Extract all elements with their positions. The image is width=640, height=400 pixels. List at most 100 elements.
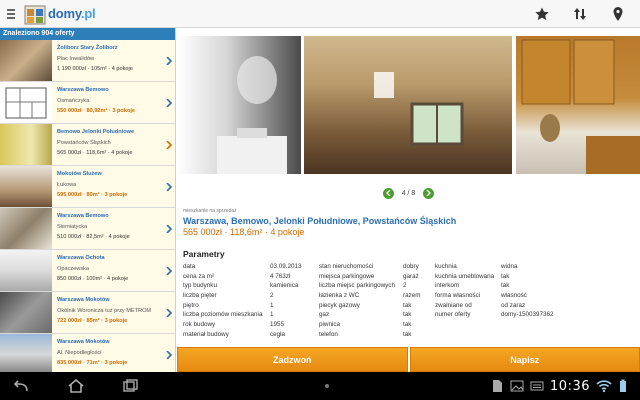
list-item[interactable]: Warszawa Bemowo Siemiatycka 510 000zł · … xyxy=(0,208,175,250)
item-price: 1 190 000zł · 105m² · 4 pokoje xyxy=(57,66,133,72)
app-logo[interactable]: domy.pl xyxy=(24,0,96,28)
param-label: liczba poziomów mieszkania xyxy=(183,311,263,319)
logo-text: domy.pl xyxy=(48,6,96,21)
back-icon[interactable] xyxy=(10,377,34,395)
param-row: kuchnia widna xyxy=(435,263,585,273)
param-label: rok budowy xyxy=(183,321,216,329)
item-title: Warszawa Mokotów xyxy=(57,339,110,345)
menu-icon[interactable] xyxy=(4,0,18,28)
contact-buttons: Zadzwoń Napisz xyxy=(177,347,640,372)
call-button[interactable]: Zadzwoń xyxy=(177,347,408,372)
list-item[interactable]: Warszawa Mokotów Okólnik Woronicza tuż p… xyxy=(0,292,175,334)
gallery-icon xyxy=(510,377,524,395)
param-value: 4 763zł xyxy=(270,272,291,280)
param-label: liczba miejsc parkingowych xyxy=(319,282,395,290)
offer-list-sidebar: Znaleziono 904 oferty Żoliborz Stary Żol… xyxy=(0,28,176,372)
dot-icon xyxy=(322,377,332,395)
param-label: zwalniane od xyxy=(435,301,472,309)
pin-icon[interactable] xyxy=(610,6,626,22)
photo-gallery[interactable] xyxy=(177,36,640,174)
list-item[interactable]: Bemowo Jelonki Południowe Powstańców Ślą… xyxy=(0,124,175,166)
param-row: liczba miejsc parkingowych 2 xyxy=(319,282,437,292)
wifi-icon xyxy=(596,377,612,395)
offer-thumbnail xyxy=(0,334,52,372)
star-icon[interactable] xyxy=(534,6,550,22)
param-label: łazienka z WC xyxy=(319,292,360,300)
param-label: piętro xyxy=(183,301,199,309)
offer-price: 565 000zł · 118,6m² · 4 pokoje xyxy=(183,227,305,237)
item-price: 722 000zł · 85m² · 3 pokoje xyxy=(57,318,128,324)
param-row: łazienka z WC razem xyxy=(319,292,437,302)
param-label: liczba pięter xyxy=(183,292,217,300)
param-row: stan nieruchomości dobry xyxy=(319,263,437,273)
sort-icon[interactable] xyxy=(572,6,588,22)
param-value: 2 xyxy=(403,282,407,290)
param-label: gaz xyxy=(319,311,330,319)
param-value: tak xyxy=(403,330,412,338)
home-icon[interactable] xyxy=(64,377,88,395)
item-street: Łukowa xyxy=(57,181,77,188)
list-item[interactable]: Warszawa Mokotów Al. Niepodległości 835 … xyxy=(0,334,175,372)
param-row: telefon tak xyxy=(319,331,437,341)
item-street: Opaczewska xyxy=(57,265,90,272)
item-price: 850 000zł · 100m² · 4 pokoje xyxy=(57,276,129,282)
file-icon xyxy=(490,377,504,395)
param-value: tak xyxy=(403,321,412,329)
list-item[interactable]: Mokotów Służew Łukowa 595 000zł · 80m² ·… xyxy=(0,166,175,208)
gallery-photo[interactable] xyxy=(516,36,640,174)
chevron-right-icon xyxy=(163,292,175,333)
item-price: 835 000zł · 71m² · 3 pokoje xyxy=(57,360,128,366)
item-price: 510 000zł · 82,5m² · 4 pokoje xyxy=(57,234,130,240)
list-item[interactable]: Żoliborz Stary Żoliborz Plac Inwalidów 1… xyxy=(0,40,175,82)
photo-counter: 4 / 8 xyxy=(401,189,416,197)
list-item[interactable]: Warszawa Bemowo Osmańczyka 550 000zł · 8… xyxy=(0,82,175,124)
param-value: razem xyxy=(403,292,421,300)
params-column-1: data 03.09.2013 cena za m² 4 763zł typ budyn… xyxy=(183,263,317,341)
param-row: typ budynku kamienica xyxy=(183,282,317,292)
keyboard-icon xyxy=(530,377,544,395)
param-label: data xyxy=(183,263,196,270)
param-label: telefon xyxy=(319,330,338,338)
offer-thumbnail xyxy=(0,40,52,81)
item-price: 565 000zł · 118,6m² · 4 pokoje xyxy=(57,150,133,156)
next-photo-button[interactable] xyxy=(423,187,435,199)
offer-thumbnail xyxy=(0,208,52,249)
param-value: dobry xyxy=(403,263,419,270)
param-row: gaz tak xyxy=(319,311,437,321)
param-value: domy-1500397362 xyxy=(501,311,554,319)
param-value: tak xyxy=(501,272,510,280)
gallery-photo[interactable] xyxy=(177,36,301,174)
item-title: Bemowo Jelonki Południowe xyxy=(57,129,135,135)
recent-apps-icon[interactable] xyxy=(118,377,142,395)
offer-thumbnail xyxy=(0,166,52,207)
param-row: kuchnia umeblowana tak xyxy=(435,273,585,283)
param-label: interkom xyxy=(435,282,460,290)
param-label: kuchnia xyxy=(435,263,457,270)
gallery-photo[interactable] xyxy=(304,36,512,174)
param-value: własność xyxy=(501,292,527,300)
status-clock: 10:36 xyxy=(550,378,590,394)
param-value: garaż xyxy=(403,272,419,280)
param-value: 1 xyxy=(270,311,274,319)
chevron-right-icon xyxy=(163,82,175,123)
param-value: tak xyxy=(403,311,412,319)
item-title: Warszawa Bemowo xyxy=(57,213,109,219)
param-label: kuchnia umeblowana xyxy=(435,272,495,280)
param-row: liczba poziomów mieszkania 1 xyxy=(183,311,317,321)
param-label: piwnica xyxy=(319,321,340,329)
chevron-right-icon xyxy=(163,250,175,291)
offer-thumbnail xyxy=(0,292,52,333)
param-value: 1 xyxy=(270,301,274,309)
param-row: zwalniane od od zaraz xyxy=(435,302,585,312)
params-column-3: kuchnia widna kuchnia umeblowana tak interko… xyxy=(435,263,585,321)
param-value: kamienica xyxy=(270,282,299,290)
write-button[interactable]: Napisz xyxy=(409,347,640,372)
chevron-right-icon xyxy=(163,166,175,207)
chevron-right-icon xyxy=(163,334,175,372)
prev-photo-button[interactable] xyxy=(382,187,394,199)
item-title: Mokotów Służew xyxy=(57,171,102,177)
list-item[interactable]: Warszawa Ochota Opaczewska 850 000zł · 1… xyxy=(0,250,175,292)
chevron-right-icon xyxy=(163,40,175,81)
params-table: data 03.09.2013 cena za m² 4 763zł typ budyn… xyxy=(183,263,635,338)
params-heading: Parametry xyxy=(183,249,225,259)
